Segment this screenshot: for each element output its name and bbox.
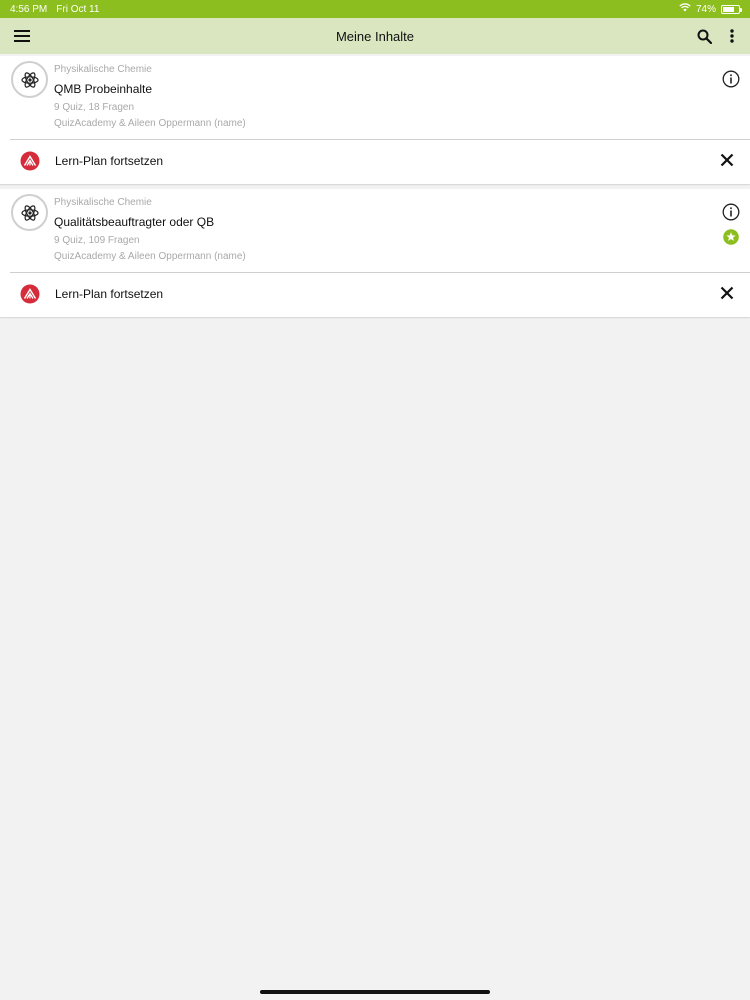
course-stats: 9 Quiz, 109 Fragen — [54, 235, 140, 246]
course-title: Qualitätsbeauftragter oder QB — [54, 215, 215, 229]
star-badge-icon — [723, 229, 739, 245]
resume-plan-row[interactable]: Lern-Plan fortsetzen — [0, 273, 750, 317]
course-authors: QuizAcademy & Aileen Oppermann (name) — [54, 118, 246, 129]
atom-icon — [20, 204, 39, 221]
status-time: 4:56 PM — [10, 3, 48, 15]
course-stats: 9 Quiz, 18 Fragen — [54, 102, 135, 113]
resume-plan-label: Lern-Plan fortsetzen — [55, 287, 164, 301]
course-title: QMB Probeinhalte — [54, 82, 153, 96]
learning-plan-icon — [20, 151, 40, 171]
info-icon[interactable] — [722, 203, 740, 221]
close-icon[interactable] — [720, 153, 734, 167]
course-category: Physikalische Chemie — [54, 197, 152, 208]
more-options-button[interactable] — [714, 18, 750, 54]
battery-fill — [723, 6, 735, 12]
menu-button[interactable] — [4, 18, 40, 54]
battery-percent: 74% — [695, 3, 716, 15]
status-bar: 4:56 PM Fri Oct 11 74% — [0, 0, 750, 18]
course-card-header[interactable]: Physikalische Chemie Qualitätsbeauftragt… — [0, 189, 750, 272]
course-card: Physikalische Chemie QMB Probeinhalte 9 … — [0, 56, 750, 184]
resume-plan-row[interactable]: Lern-Plan fortsetzen — [0, 140, 750, 184]
more-vertical-icon — [730, 29, 734, 43]
page-title: Meine Inhalte — [335, 28, 415, 44]
battery-icon — [721, 4, 742, 14]
info-icon[interactable] — [722, 70, 740, 88]
status-date: Fri Oct 11 — [56, 3, 100, 15]
wifi-icon — [679, 3, 691, 15]
atom-icon — [20, 71, 39, 88]
course-category: Physikalische Chemie — [54, 64, 152, 75]
home-indicator[interactable] — [260, 990, 490, 994]
close-icon[interactable] — [720, 286, 734, 300]
course-card: Physikalische Chemie Qualitätsbeauftragt… — [0, 189, 750, 317]
course-authors: QuizAcademy & Aileen Oppermann (name) — [54, 251, 246, 262]
learning-plan-icon — [20, 284, 40, 304]
menu-icon — [14, 30, 30, 42]
app-toolbar: Meine Inhalte — [0, 18, 750, 54]
resume-plan-label: Lern-Plan fortsetzen — [55, 154, 164, 168]
search-icon — [697, 29, 712, 44]
course-avatar — [11, 194, 48, 231]
course-avatar — [11, 61, 48, 98]
course-card-header[interactable]: Physikalische Chemie QMB Probeinhalte 9 … — [0, 56, 750, 139]
